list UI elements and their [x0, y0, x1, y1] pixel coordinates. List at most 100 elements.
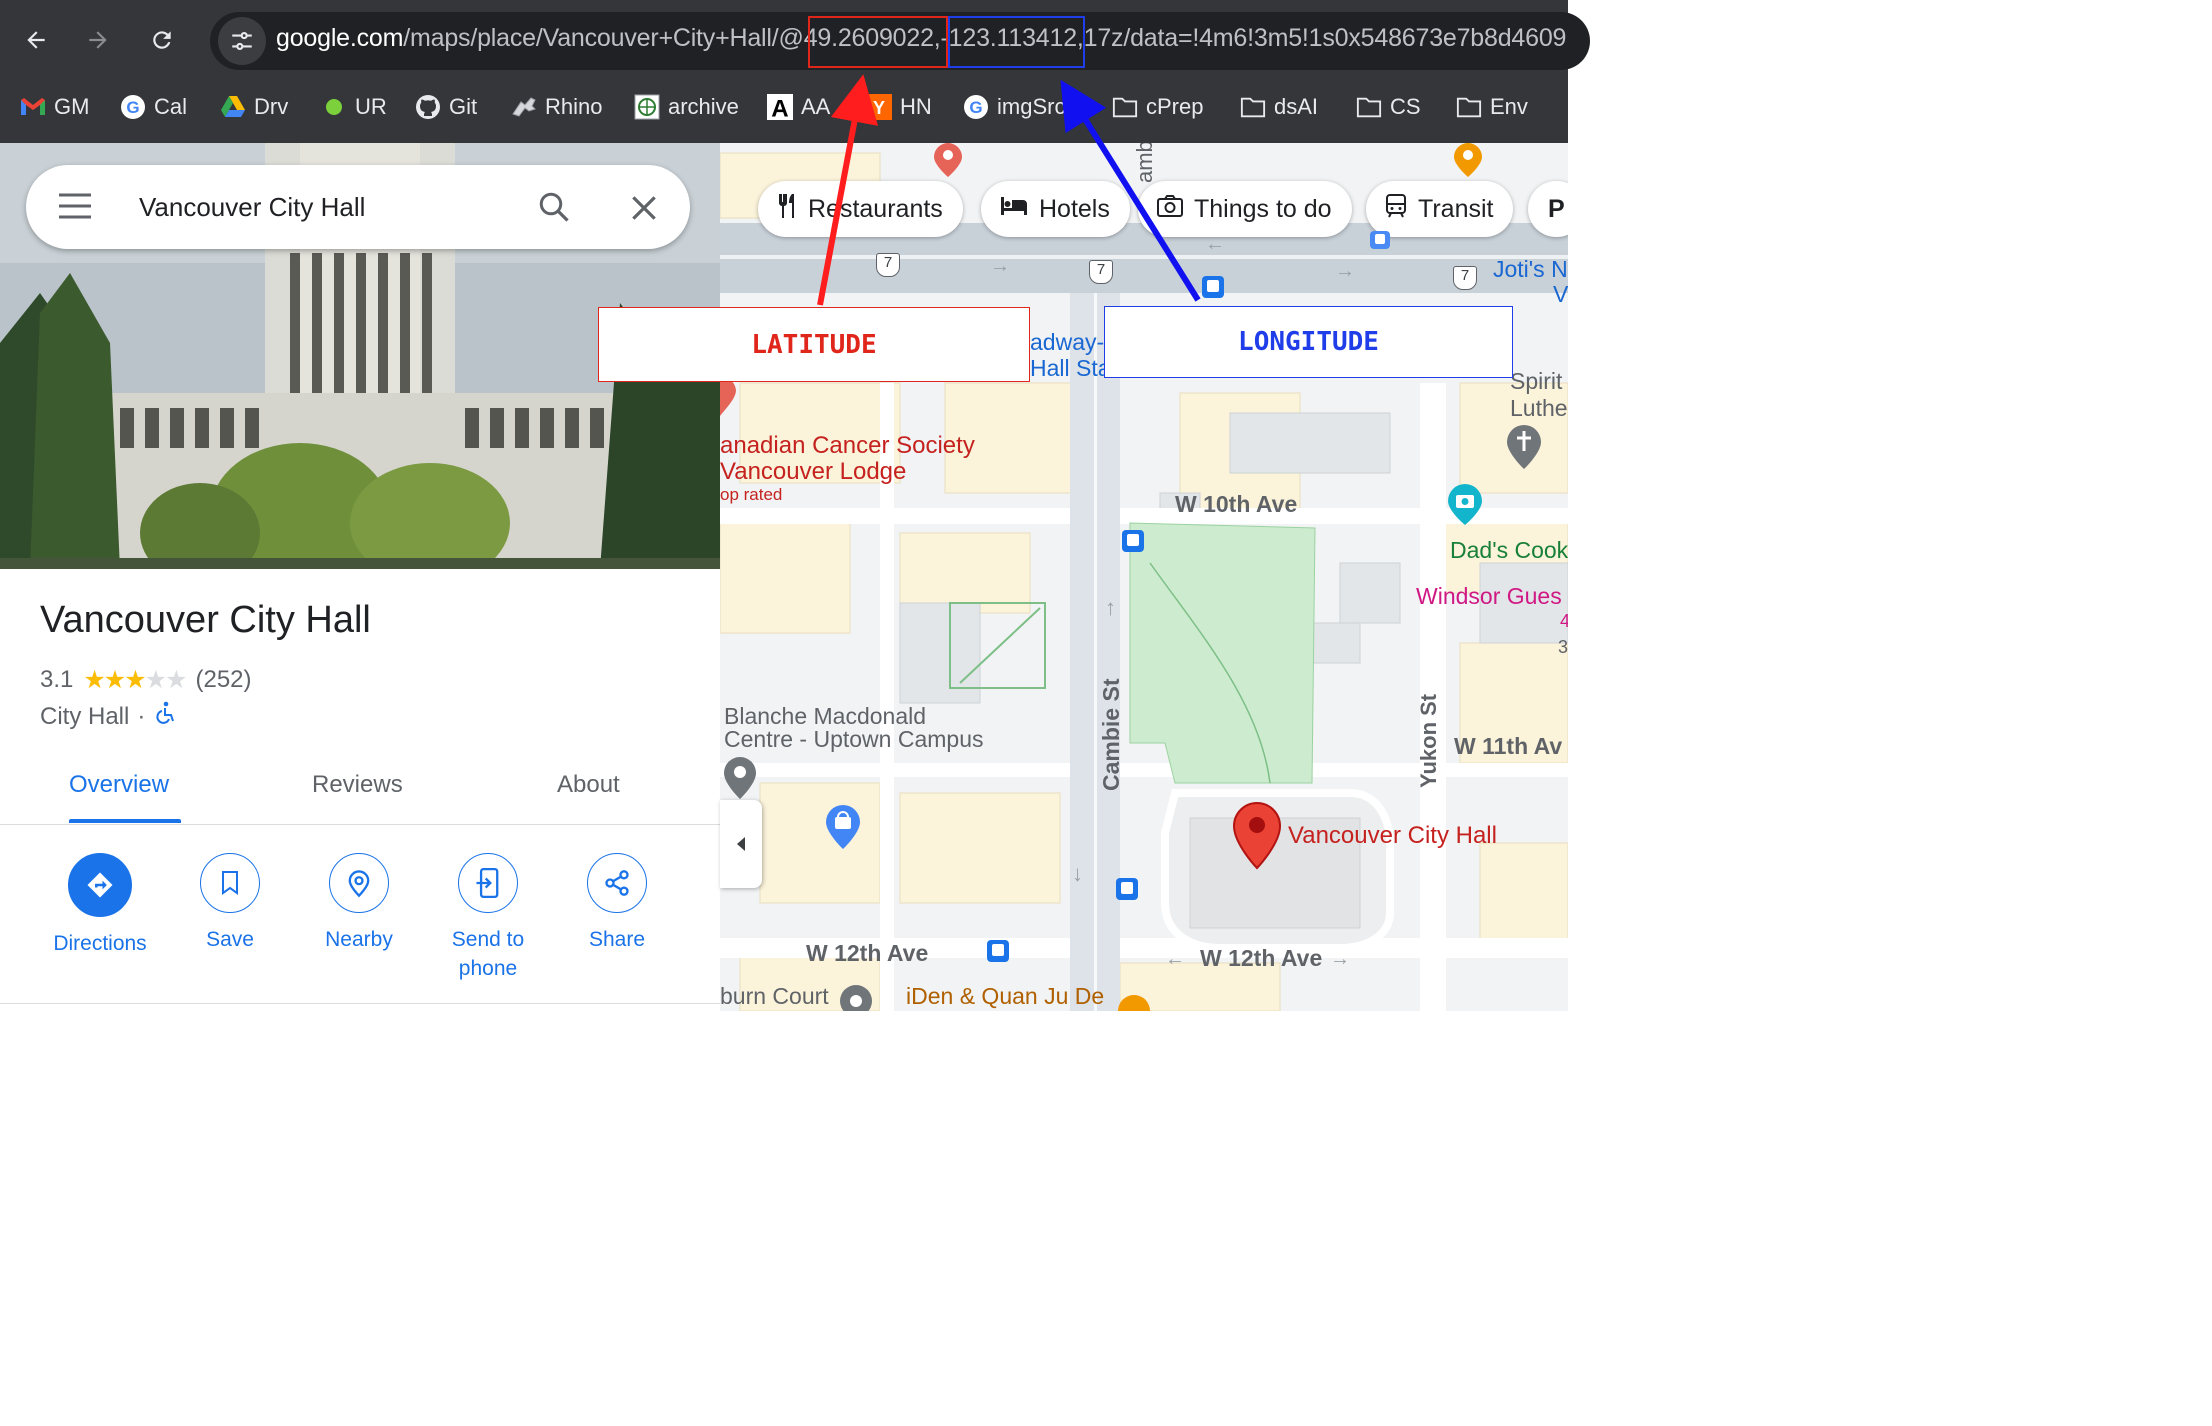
- tab-overview[interactable]: Overview: [69, 771, 169, 799]
- wheelchair-icon: [153, 701, 175, 732]
- star-filled-icon: ★: [124, 666, 146, 694]
- back-button[interactable]: [14, 18, 58, 62]
- google-icon: G: [963, 94, 989, 120]
- star-empty-icon: ★: [165, 666, 187, 694]
- bookmark-cprep[interactable]: cPrep: [1112, 92, 1203, 122]
- poi-label-dads[interactable]: Dad's Cook: [1450, 537, 1568, 564]
- bookmark-rhino[interactable]: Rhino: [511, 92, 602, 122]
- bookmark-gm[interactable]: GM: [20, 92, 89, 122]
- github-icon: [415, 94, 441, 120]
- food-marker-icon[interactable]: [1450, 143, 1486, 184]
- folder-icon: [1240, 94, 1266, 120]
- separator-dot: ·: [137, 702, 146, 730]
- bookmark-hn[interactable]: Y HN: [866, 92, 932, 122]
- poi-label-jotis[interactable]: Joti's N V: [1493, 257, 1568, 307]
- search-box[interactable]: Vancouver City Hall: [26, 165, 690, 249]
- map-canvas[interactable]: Restaurants Hotels Things to do Transit …: [720, 143, 1568, 1011]
- star-filled-icon: ★: [83, 666, 105, 694]
- bookmark-git[interactable]: Git: [415, 92, 477, 122]
- save-button[interactable]: Save: [165, 853, 295, 954]
- bus-stop-icon[interactable]: [1116, 878, 1138, 905]
- section-divider: [0, 1003, 720, 1004]
- camera-marker-icon[interactable]: [1446, 483, 1484, 532]
- forward-button[interactable]: [76, 18, 120, 62]
- place-marker-icon[interactable]: [838, 983, 874, 1011]
- poi-label-burn-court[interactable]: burn Court: [720, 983, 829, 1010]
- poi-label-iden[interactable]: iDen & Quan Ju De: [906, 983, 1104, 1010]
- star-empty-icon: ★: [144, 666, 167, 694]
- star-rating[interactable]: ★★★★★: [83, 665, 187, 695]
- street-label-w10: W 10th Ave: [1175, 491, 1298, 517]
- bookmark-ur[interactable]: UR: [321, 92, 387, 122]
- drive-icon: [220, 94, 246, 120]
- selected-place-pin-icon[interactable]: [1232, 798, 1282, 875]
- tab-about[interactable]: About: [557, 771, 620, 799]
- chip-transit[interactable]: Transit: [1366, 181, 1514, 237]
- bookmark-dsai[interactable]: dsAI: [1240, 92, 1318, 122]
- bookmark-archive[interactable]: archive: [634, 92, 739, 122]
- bookmark-cal[interactable]: G Cal: [120, 92, 187, 122]
- bookmark-env[interactable]: Env: [1456, 92, 1528, 122]
- search-icon[interactable]: [536, 189, 572, 230]
- google-icon: G: [120, 94, 146, 120]
- hacker-news-icon: Y: [866, 94, 892, 120]
- svg-text:G: G: [969, 98, 982, 117]
- poi-label-blanche[interactable]: Blanche Macdonald Centre - Uptown Campus: [724, 705, 984, 751]
- route-7-shield: 7: [1453, 266, 1477, 290]
- review-count[interactable]: (252): [195, 666, 251, 694]
- bookmark-imgsrc[interactable]: G imgSrc: [963, 92, 1065, 122]
- one-way-arrow-icon: ↑: [1105, 595, 1116, 620]
- tab-reviews[interactable]: Reviews: [312, 771, 403, 799]
- bus-stop-icon[interactable]: [1370, 231, 1390, 254]
- search-input[interactable]: Vancouver City Hall: [139, 192, 365, 223]
- menu-icon[interactable]: [58, 193, 92, 224]
- place-category[interactable]: City Hall: [40, 703, 129, 731]
- category-row: City Hall ·: [40, 701, 175, 732]
- bookmark-cs[interactable]: CS: [1356, 92, 1421, 122]
- one-way-arrow-icon: →: [990, 255, 1010, 277]
- share-icon: [587, 853, 647, 913]
- send-to-phone-button[interactable]: Send to phone: [423, 853, 553, 983]
- bus-stop-icon[interactable]: [1202, 276, 1224, 303]
- bookmark-drv[interactable]: Drv: [220, 92, 288, 122]
- one-way-arrow-icon: →: [1330, 948, 1350, 970]
- church-marker-icon[interactable]: [1505, 423, 1543, 476]
- share-button[interactable]: Share: [552, 853, 682, 954]
- route-7-shield: 7: [876, 253, 900, 277]
- nearby-button[interactable]: Nearby: [294, 853, 424, 954]
- close-icon[interactable]: [628, 192, 660, 229]
- chip-hotels[interactable]: Hotels: [981, 181, 1130, 237]
- selected-place-label[interactable]: Vancouver City Hall: [1288, 822, 1497, 850]
- one-way-arrow-icon: ↓: [1072, 861, 1083, 886]
- url-path-tail: ,17z/data=!4m6!3m5!1s0x548673e7b8d4609: [1076, 24, 1567, 52]
- chip-things-to-do[interactable]: Things to do: [1138, 181, 1352, 237]
- place-marker-icon[interactable]: [722, 755, 758, 806]
- street-label-w12: W 12th Ave: [1200, 945, 1323, 971]
- health-marker-icon[interactable]: [720, 375, 740, 423]
- food-marker-icon[interactable]: [1116, 993, 1152, 1011]
- poi-label-spirit[interactable]: Spirit Luthe: [1510, 368, 1568, 422]
- directions-button[interactable]: Directions: [35, 853, 165, 958]
- chevron-left-icon: [737, 837, 745, 851]
- bus-stop-icon[interactable]: [987, 940, 1009, 967]
- restaurant-marker-icon[interactable]: [930, 143, 966, 184]
- letter-a-icon: A: [767, 94, 793, 121]
- folder-icon: [1456, 94, 1482, 120]
- site-settings-icon[interactable]: [218, 17, 266, 65]
- svg-text:A: A: [771, 95, 788, 121]
- poi-label-windsor[interactable]: Windsor Gues: [1416, 583, 1562, 610]
- poi-label-cancer-society[interactable]: anadian Cancer Society Vancouver Lodge o…: [720, 433, 975, 505]
- collapse-panel-button[interactable]: [720, 800, 762, 888]
- longitude-label: LONGITUDE: [1104, 306, 1513, 378]
- reload-button[interactable]: [140, 18, 184, 62]
- bookmark-aa[interactable]: A AA: [767, 92, 830, 122]
- shopping-marker-icon[interactable]: [824, 803, 862, 856]
- reload-icon: [153, 31, 171, 49]
- train-icon: [1384, 193, 1408, 226]
- camera-icon: [1156, 194, 1184, 225]
- browser-chrome: google.com/maps/place/Vancouver+City+Hal…: [0, 0, 1590, 143]
- one-way-arrow-icon: ←: [1205, 233, 1225, 255]
- chip-restaurants[interactable]: Restaurants: [758, 181, 963, 237]
- bus-stop-icon[interactable]: [1122, 530, 1144, 557]
- station-label[interactable]: adway- Hall Sta: [1030, 329, 1111, 381]
